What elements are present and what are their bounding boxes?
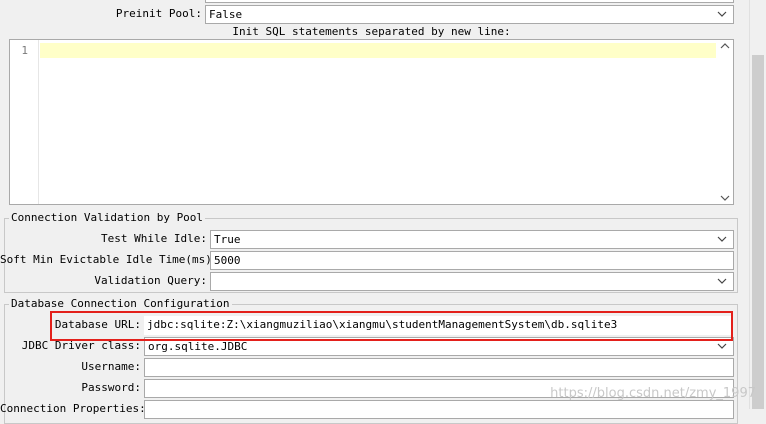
test-while-idle-label: Test While Idle: bbox=[101, 232, 207, 245]
scroll-down-arrow-icon[interactable] bbox=[720, 194, 730, 202]
validation-query-select[interactable] bbox=[210, 272, 734, 291]
line-number-gutter: 1 bbox=[10, 40, 39, 204]
line-number: 1 bbox=[21, 44, 28, 57]
scrollbar-thumb[interactable] bbox=[752, 55, 764, 409]
connection-validation-title: Connection Validation by Pool bbox=[9, 211, 206, 224]
scroll-up-arrow-icon[interactable] bbox=[720, 42, 730, 50]
chevron-down-icon bbox=[717, 278, 727, 284]
connection-properties-label: Connection Properties: bbox=[0, 402, 146, 415]
jdbc-driver-class-value: org.sqlite.JDBC bbox=[148, 340, 248, 353]
test-while-idle-value: True bbox=[214, 233, 241, 246]
init-sql-editor[interactable]: 1 bbox=[9, 39, 734, 205]
username-input[interactable] bbox=[144, 358, 734, 377]
chevron-down-icon bbox=[717, 11, 727, 17]
soft-min-evictable-input[interactable]: 5000 bbox=[210, 251, 734, 270]
connection-properties-input[interactable] bbox=[144, 400, 734, 419]
watermark-text: https://blog.csdn.net/zmy_1997 bbox=[550, 386, 756, 401]
top-field-edge bbox=[205, 0, 734, 3]
username-label: Username: bbox=[81, 360, 141, 373]
init-sql-label: Init SQL statements separated by new lin… bbox=[232, 25, 511, 38]
active-line-highlight bbox=[40, 43, 716, 58]
preinit-pool-label: Preinit Pool: bbox=[115, 7, 202, 20]
database-connection-title: Database Connection Configuration bbox=[9, 297, 232, 310]
validation-query-label: Validation Query: bbox=[94, 274, 207, 287]
preinit-pool-value: False bbox=[209, 8, 243, 21]
soft-min-evictable-label: Soft Min Evictable Idle Time(ms): bbox=[0, 253, 219, 266]
preinit-pool-select[interactable]: False bbox=[205, 5, 734, 24]
password-label: Password: bbox=[81, 381, 141, 394]
test-while-idle-select[interactable]: True bbox=[210, 230, 734, 249]
chevron-down-icon bbox=[717, 236, 727, 242]
page-vertical-scrollbar[interactable] bbox=[749, 0, 766, 409]
database-url-highlight-box bbox=[50, 311, 733, 341]
editor-vertical-scrollbar[interactable] bbox=[717, 40, 733, 204]
